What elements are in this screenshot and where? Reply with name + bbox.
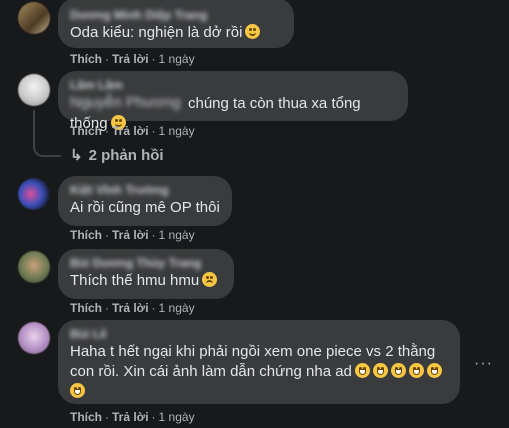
reply-link[interactable]: Trả lời [112, 301, 149, 315]
pensive-face-icon [202, 272, 218, 287]
comment-actions: Thích · Trả lời · 1 ngày [70, 124, 195, 138]
avatar[interactable] [18, 2, 50, 34]
avatar[interactable] [18, 322, 50, 354]
replies-count: 2 phản hồi [88, 147, 164, 164]
like-link[interactable]: Thích [70, 52, 102, 66]
timestamp[interactable]: 1 ngày [159, 301, 195, 315]
like-link[interactable]: Thích [70, 124, 102, 138]
reply-link[interactable]: Trả lời [112, 124, 149, 138]
comment-text: Thích thế hmu hmu [70, 271, 222, 291]
timestamp[interactable]: 1 ngày [159, 52, 195, 66]
grinning-face-icon [70, 383, 85, 398]
commenter-name[interactable]: Bùi Dương Thùy Trang [70, 256, 222, 271]
commenter-name[interactable]: Kiệt Vĩnh Trường [70, 183, 220, 198]
comment-actions: Thích · Trả lời · 1 ngày [70, 410, 195, 424]
comment-bubble: Lâm Lâm Nguyễn Phương chúng ta còn thua x… [58, 71, 408, 132]
avatar[interactable] [18, 178, 50, 210]
avatar[interactable] [18, 74, 50, 106]
comment-text-content: Thích thế hmu hmu [70, 272, 200, 289]
comment-text-line: Haha t hết ngại khi phải ngồi xem one pi… [70, 343, 436, 360]
comment-actions: Thích · Trả lời · 1 ngày [70, 52, 195, 66]
commenter-name[interactable]: Lâm Lâm [70, 78, 396, 93]
timestamp[interactable]: 1 ngày [159, 124, 195, 138]
reply-arrow-icon: ↳ [70, 147, 83, 164]
smiling-face-icon [245, 24, 261, 39]
reply-link[interactable]: Trả lời [112, 52, 149, 66]
grinning-face-icon [426, 363, 442, 378]
more-options-icon[interactable]: ··· [474, 355, 493, 373]
comment-text-content: Ai rồi cũng mê OP thôi [70, 199, 220, 216]
comment-text-line [70, 382, 448, 402]
timestamp[interactable]: 1 ngày [159, 410, 195, 424]
comment-text: Oda kiểu: nghiện là dở rồi [70, 23, 282, 43]
grinning-face-icon [408, 363, 424, 378]
grinning-face-icon [390, 363, 406, 378]
comment-text: Ai rồi cũng mê OP thôi [70, 198, 220, 218]
reply-link[interactable]: Trả lời [112, 228, 149, 242]
commenter-name[interactable]: Dương Minh Diệp Trang [70, 8, 282, 23]
comment-text-content: Oda kiểu: nghiện là dở rồi [70, 24, 243, 41]
comment-text: Haha t hết ngại khi phải ngồi xem one pi… [70, 342, 448, 402]
comment-actions: Thích · Trả lời · 1 ngày [70, 301, 195, 315]
comment-bubble: Dương Minh Diệp Trang Oda kiểu: nghiện l… [58, 0, 294, 48]
grinning-face-icon [372, 363, 388, 378]
comment-text-content: con rồi. Xin cái ảnh làm dẫn chứng nha a… [70, 363, 352, 380]
like-link[interactable]: Thích [70, 301, 102, 315]
comment-bubble: Bùi Lê Haha t hết ngại khi phải ngồi xem… [58, 320, 460, 404]
like-link[interactable]: Thích [70, 228, 102, 242]
comment-text-line: con rồi. Xin cái ảnh làm dẫn chứng nha a… [70, 362, 448, 382]
view-replies-link[interactable]: ↳ 2 phản hồi [70, 146, 164, 164]
grinning-face-icon [354, 363, 370, 378]
commenter-name[interactable]: Bùi Lê [70, 327, 114, 342]
reply-thread-line [33, 110, 61, 157]
mention-link[interactable]: Nguyễn Phương [70, 93, 182, 113]
comment-bubble: Kiệt Vĩnh Trường Ai rồi cũng mê OP thôi [58, 176, 232, 226]
reply-link[interactable]: Trả lời [112, 410, 149, 424]
comment-bubble: Bùi Dương Thùy Trang Thích thế hmu hmu [58, 249, 234, 299]
timestamp[interactable]: 1 ngày [159, 228, 195, 242]
comment-actions: Thích · Trả lời · 1 ngày [70, 228, 195, 242]
avatar[interactable] [18, 251, 50, 283]
like-link[interactable]: Thích [70, 410, 102, 424]
